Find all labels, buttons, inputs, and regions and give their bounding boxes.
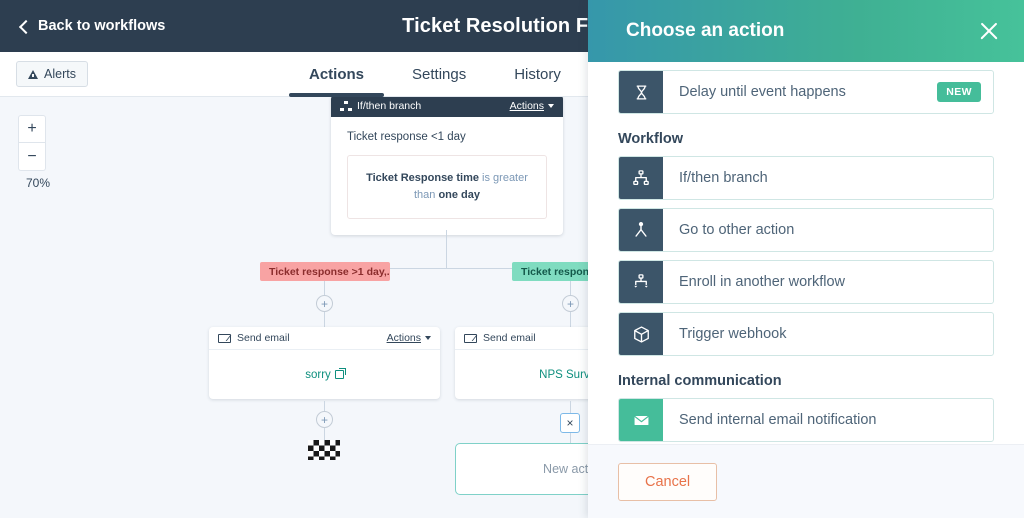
choose-action-list[interactable]: Delay until event happens NEW Workflow I… xyxy=(588,62,1024,444)
if-then-card-title: If/then branch xyxy=(357,100,422,112)
add-action-plus-button[interactable]: + xyxy=(562,295,579,312)
connector-line xyxy=(324,428,325,440)
send-email-card-body: sorry xyxy=(209,350,440,399)
envelope-icon xyxy=(619,399,663,441)
envelope-icon xyxy=(464,333,477,343)
if-then-condition-box: Ticket Response time is greater than one… xyxy=(347,155,547,220)
tab-actions[interactable]: Actions xyxy=(285,52,388,97)
send-email-asset-label[interactable]: sorry xyxy=(305,369,331,381)
chevron-left-icon xyxy=(18,21,29,32)
send-email-card-title: Send email xyxy=(483,332,536,344)
connector-line xyxy=(324,312,325,327)
if-then-card-actions-menu[interactable]: Actions xyxy=(510,100,554,112)
if-then-card-body: Ticket response <1 day Ticket Response t… xyxy=(331,117,563,235)
action-item-label: Delay until event happens xyxy=(679,84,846,100)
connector-line xyxy=(446,230,447,268)
if-then-card-header: If/then branch Actions xyxy=(331,97,563,117)
condition-value: one day xyxy=(438,189,481,202)
send-email-card-title: Send email xyxy=(237,332,290,344)
remove-new-action-button[interactable]: × xyxy=(560,413,580,433)
if-then-branch-card[interactable]: If/then branch Actions Ticket response <… xyxy=(331,97,563,236)
new-badge: NEW xyxy=(937,82,981,102)
action-item-delay-until-event[interactable]: Delay until event happens NEW xyxy=(618,70,994,114)
alerts-button[interactable]: Alerts xyxy=(16,61,88,87)
choose-action-panel-header: Choose an action xyxy=(588,0,1024,62)
cube-icon xyxy=(619,313,663,355)
zoom-control: + − 70% xyxy=(18,115,50,190)
connector-line xyxy=(570,433,571,443)
alerts-label: Alerts xyxy=(44,67,76,81)
action-item-label: Send internal email notification xyxy=(679,412,877,428)
group-title-workflow: Workflow xyxy=(618,131,683,147)
action-item-go-to-other-action[interactable]: Go to other action xyxy=(618,208,994,252)
send-email-card-left[interactable]: Send email Actions sorry xyxy=(209,327,440,399)
group-title-internal-communication: Internal communication xyxy=(618,373,782,389)
zoom-in-button[interactable]: + xyxy=(18,115,46,143)
if-then-actions-label: Actions xyxy=(509,100,544,112)
envelope-icon xyxy=(218,333,231,343)
send-email-actions-menu[interactable]: Actions xyxy=(387,332,431,344)
tab-settings[interactable]: Settings xyxy=(388,52,490,97)
workflow-end-flag-icon xyxy=(308,440,340,460)
action-item-label: Go to other action xyxy=(679,222,795,238)
send-email-actions-label: Actions xyxy=(386,332,421,344)
branch-label-green: Ticket response xyxy=(512,262,590,281)
enroll-workflow-icon xyxy=(619,261,663,303)
back-to-workflows-label: Back to workflows xyxy=(38,18,166,34)
action-item-label: If/then branch xyxy=(679,170,768,186)
cancel-button[interactable]: Cancel xyxy=(618,462,718,501)
action-item-trigger-webhook[interactable]: Trigger webhook xyxy=(618,312,994,356)
zoom-out-button[interactable]: − xyxy=(18,143,46,171)
branch-icon xyxy=(340,101,352,111)
tab-history[interactable]: History xyxy=(490,52,585,97)
external-link-icon[interactable] xyxy=(334,368,346,379)
action-item-label: Trigger webhook xyxy=(679,326,787,342)
hourglass-icon xyxy=(619,71,663,113)
chevron-down-icon xyxy=(425,336,431,340)
choose-action-title: Choose an action xyxy=(626,20,785,41)
goto-action-icon xyxy=(619,209,663,251)
condition-property: Ticket Response time xyxy=(366,172,479,184)
send-email-card-header: Send email Actions xyxy=(209,327,440,350)
branch-icon xyxy=(619,157,663,199)
close-icon[interactable] xyxy=(976,18,1002,44)
if-then-branch-name: Ticket response <1 day xyxy=(347,131,466,143)
tab-list: Actions Settings History xyxy=(285,52,585,97)
action-item-send-internal-email-notification[interactable]: Send internal email notification xyxy=(618,398,994,442)
warning-icon xyxy=(28,69,38,79)
add-action-plus-button[interactable]: + xyxy=(316,295,333,312)
action-item-if-then-branch[interactable]: If/then branch xyxy=(618,156,994,200)
chevron-down-icon xyxy=(548,104,554,108)
back-to-workflows-button[interactable]: Back to workflows xyxy=(18,0,165,52)
connector-line xyxy=(570,312,571,327)
branch-label-red: Ticket response >1 day,... xyxy=(260,262,390,281)
action-item-label: Enroll in another workflow xyxy=(679,274,846,290)
app-root: Ticket Resolution Flow Back to workflows… xyxy=(0,0,1024,518)
choose-action-panel: Choose an action Delay until event happe… xyxy=(588,0,1024,518)
add-action-plus-button[interactable]: + xyxy=(316,411,333,428)
zoom-level-label: 70% xyxy=(25,176,51,190)
choose-action-panel-footer: Cancel xyxy=(588,444,1024,518)
action-item-enroll-in-another-workflow[interactable]: Enroll in another workflow xyxy=(618,260,994,304)
